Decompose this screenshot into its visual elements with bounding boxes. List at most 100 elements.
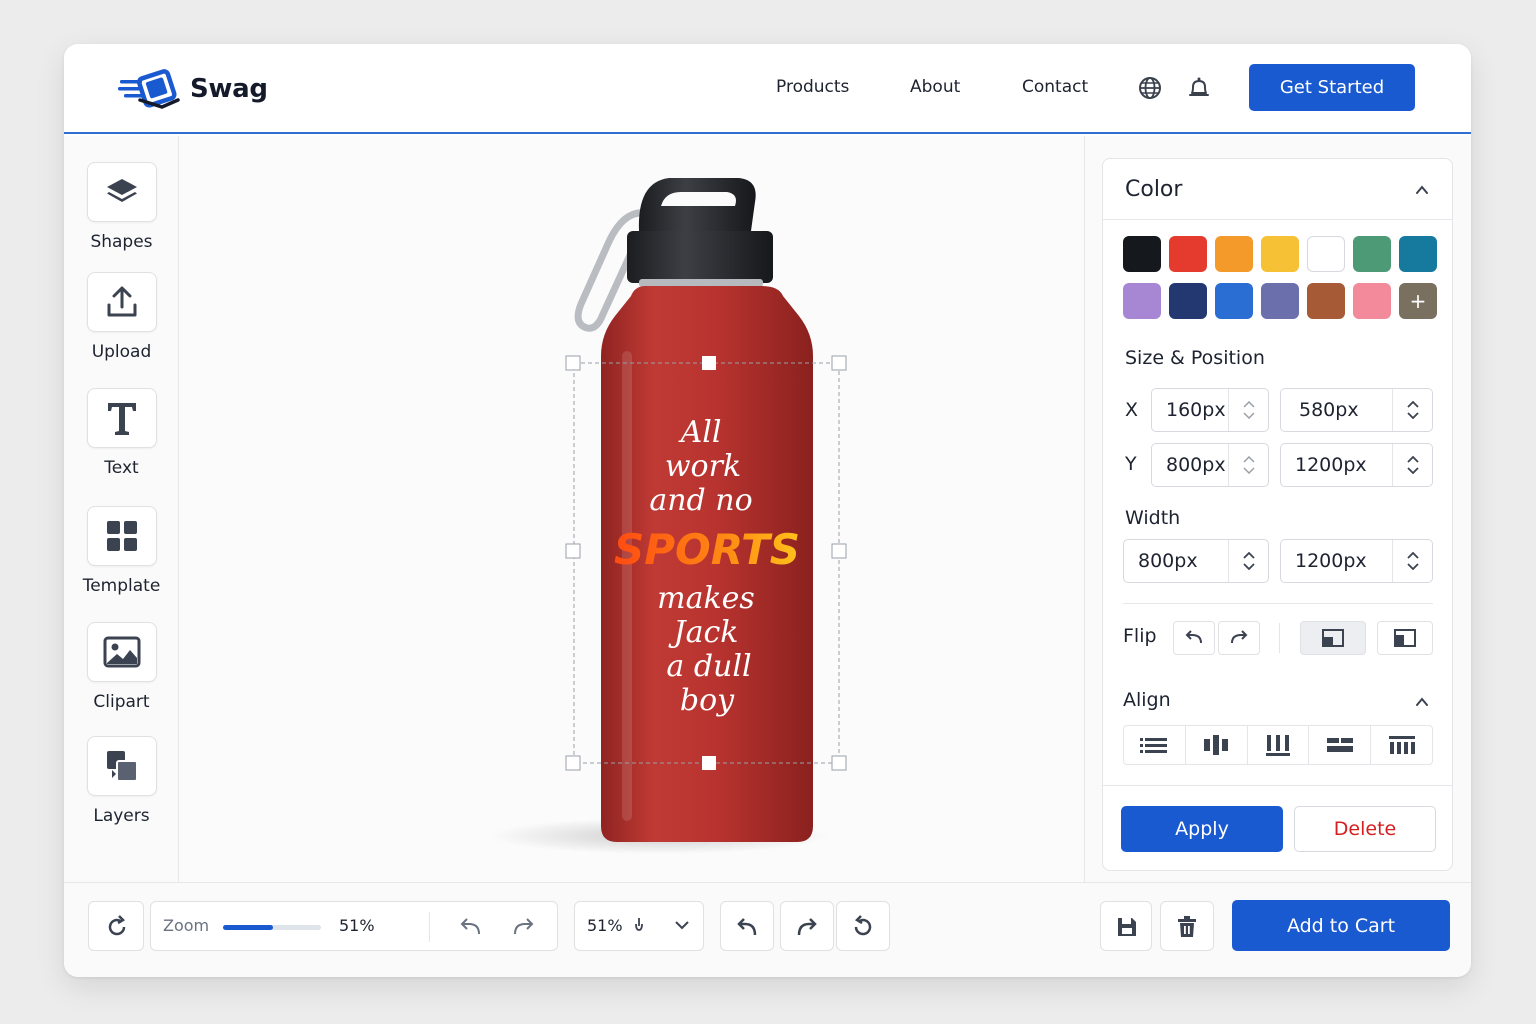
undo-button[interactable] [720, 901, 774, 951]
color-swatch[interactable] [1123, 283, 1161, 319]
align-left-button[interactable] [1124, 726, 1186, 764]
rotate-left-button[interactable] [1173, 621, 1215, 655]
color-swatch[interactable] [1307, 283, 1345, 319]
zoom-select[interactable]: 51% [574, 901, 704, 951]
color-swatch[interactable] [1215, 236, 1253, 272]
chevron-up-icon[interactable] [1242, 552, 1255, 559]
tool-template[interactable]: Template [64, 506, 179, 596]
arrow-curve-left-icon [1185, 630, 1202, 644]
color-swatch[interactable] [1123, 236, 1161, 272]
trash-icon [1178, 916, 1196, 937]
chevron-down-icon[interactable] [1406, 563, 1419, 570]
y-input[interactable]: 800px [1151, 443, 1269, 487]
zoom-percent: 51% [339, 916, 375, 935]
flip-vertical-button[interactable] [1377, 621, 1433, 655]
distribute-button[interactable] [1248, 726, 1310, 764]
trash-button[interactable] [1160, 901, 1214, 951]
tool-text[interactable]: Text [64, 388, 179, 478]
template-button[interactable] [86, 506, 157, 566]
refresh-button[interactable] [88, 901, 144, 951]
width-title: Width [1125, 507, 1181, 529]
design-highlight-word[interactable]: SPORTS [614, 525, 800, 574]
logo[interactable]: Swag [118, 66, 268, 112]
save-button[interactable] [1100, 901, 1152, 951]
chevron-up-icon[interactable] [1242, 401, 1255, 408]
color-swatch[interactable] [1261, 283, 1299, 319]
zoom-slider-fill [223, 925, 273, 930]
add-color-button[interactable]: + [1399, 283, 1437, 319]
upload-button[interactable] [86, 272, 157, 332]
x2-stepper[interactable] [1392, 389, 1432, 431]
align-top-button[interactable] [1371, 726, 1432, 764]
reset-button[interactable] [836, 901, 890, 951]
color-swatch[interactable] [1399, 236, 1437, 272]
color-swatch[interactable] [1307, 236, 1345, 272]
flip-horizontal-button[interactable] [1300, 621, 1366, 655]
text-button[interactable] [86, 388, 157, 448]
design-line-5[interactable]: makes [657, 581, 755, 616]
x-stepper[interactable] [1228, 389, 1268, 431]
x-input-2[interactable]: 580px [1280, 388, 1433, 432]
color-swatch[interactable] [1169, 283, 1207, 319]
color-swatch[interactable] [1169, 236, 1207, 272]
align-middle-button[interactable] [1309, 726, 1372, 764]
undo-icon [737, 918, 757, 936]
color-swatch[interactable] [1353, 283, 1391, 319]
redo-button[interactable] [780, 901, 834, 951]
add-to-cart-button[interactable]: Add to Cart [1232, 900, 1450, 951]
tool-upload[interactable]: Upload [64, 272, 179, 362]
tool-shapes[interactable]: Shapes [64, 162, 179, 252]
chevron-up-icon[interactable] [1415, 695, 1429, 709]
x-input[interactable]: 160px [1151, 388, 1269, 432]
width2-stepper[interactable] [1392, 540, 1432, 582]
zoom-slider[interactable] [223, 925, 321, 930]
undo-icon[interactable] [459, 916, 483, 938]
nav-contact[interactable]: Contact [1022, 77, 1088, 97]
y-input-2[interactable]: 1200px [1280, 443, 1433, 487]
bell-icon[interactable] [1186, 75, 1212, 101]
align-center-button[interactable] [1186, 726, 1248, 764]
chevron-down-icon[interactable] [1406, 412, 1419, 419]
delete-button[interactable]: Delete [1294, 806, 1436, 852]
chevron-down-icon[interactable] [1242, 467, 1255, 474]
properties-sidebar: Color + Size & Position X 160px 580px Y … [1084, 136, 1471, 882]
shapes-button[interactable] [86, 162, 157, 222]
design-line-2[interactable]: work [665, 449, 741, 484]
y2-stepper[interactable] [1392, 444, 1432, 486]
redo-icon[interactable] [511, 916, 535, 938]
get-started-button[interactable]: Get Started [1249, 64, 1415, 111]
nav-products[interactable]: Products [776, 77, 849, 97]
globe-icon[interactable] [1137, 75, 1163, 101]
design-line-6[interactable]: Jack [668, 615, 739, 650]
logo-icon [118, 69, 180, 109]
clipart-button[interactable] [86, 622, 157, 682]
apply-button[interactable]: Apply [1121, 806, 1283, 852]
color-swatch[interactable] [1353, 236, 1391, 272]
width-stepper[interactable] [1228, 540, 1268, 582]
color-swatch[interactable] [1215, 283, 1253, 319]
design-line-1[interactable]: All [678, 415, 722, 450]
width-input-2[interactable]: 1200px [1280, 539, 1433, 583]
chevron-down-icon[interactable] [1242, 563, 1255, 570]
tool-layers[interactable]: Layers [64, 736, 179, 826]
chevron-up-icon[interactable] [1406, 401, 1419, 408]
width-input[interactable]: 800px [1123, 539, 1269, 583]
chevron-down-icon[interactable] [1242, 412, 1255, 419]
chevron-up-icon[interactable] [1242, 456, 1255, 463]
chevron-down-icon[interactable] [1406, 467, 1419, 474]
y-stepper[interactable] [1228, 444, 1268, 486]
width-input-2-value: 1200px [1295, 550, 1367, 572]
rotate-right-button[interactable] [1218, 621, 1260, 655]
design-line-7[interactable]: a dull [666, 649, 751, 684]
chevron-up-icon[interactable] [1406, 456, 1419, 463]
color-swatch[interactable] [1261, 236, 1299, 272]
chevron-up-icon[interactable] [1415, 183, 1429, 197]
design-line-3[interactable]: and no [649, 483, 752, 518]
tool-clipart[interactable]: Clipart [64, 622, 179, 712]
chevron-up-icon[interactable] [1406, 552, 1419, 559]
nav-about[interactable]: About [910, 77, 960, 97]
design-canvas[interactable]: All work and no makes Jack a dull boy SP… [179, 136, 1084, 882]
design-line-8[interactable]: boy [680, 683, 735, 718]
tool-label-template: Template [82, 576, 161, 596]
layers-button[interactable] [86, 736, 157, 796]
